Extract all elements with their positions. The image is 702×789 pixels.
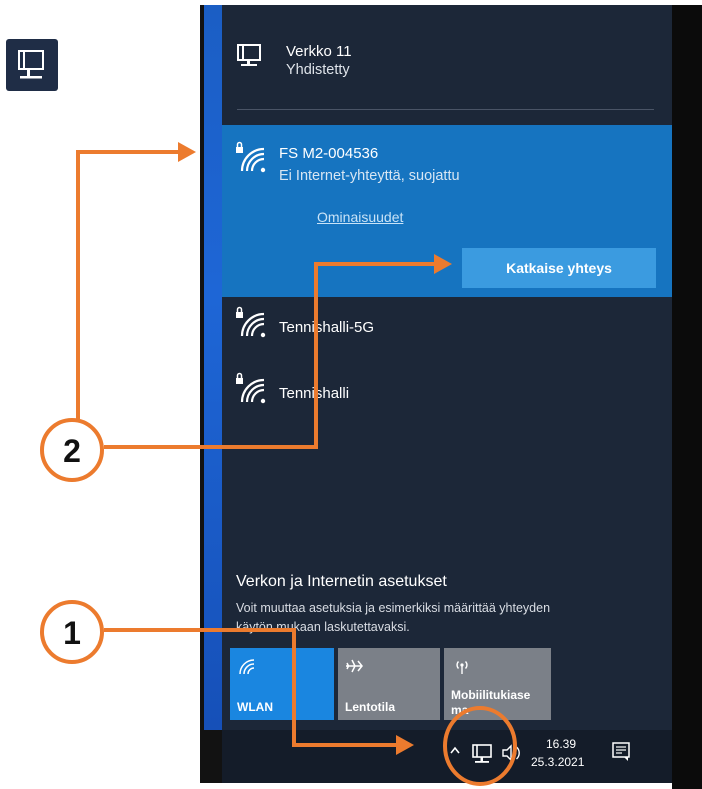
callout-number: 2 xyxy=(63,433,81,469)
tray-highlight-circle xyxy=(443,706,517,786)
callout-badge-2: 2 xyxy=(40,418,104,482)
callout-badge-1: 1 xyxy=(40,600,104,664)
callout-number: 1 xyxy=(63,615,81,651)
callout-arrow-to-network xyxy=(76,142,196,444)
callout-arrow-to-disconnect xyxy=(104,254,452,449)
annotation-overlay: 2 1 xyxy=(40,142,517,786)
callout-arrow-to-tray xyxy=(104,628,414,755)
